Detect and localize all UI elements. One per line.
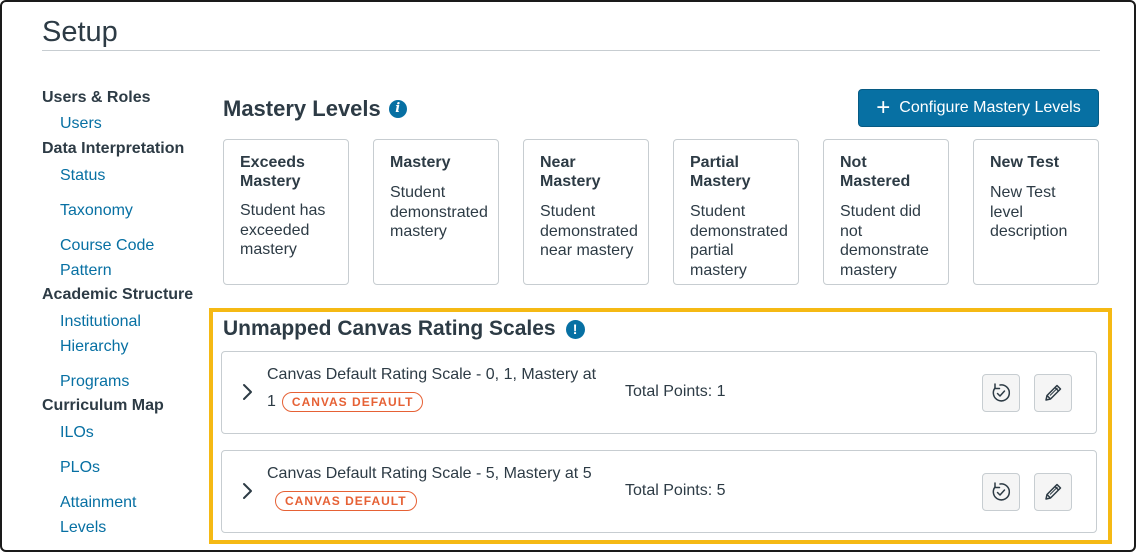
- sidebar-link-institutional-hierarchy[interactable]: Institutional Hierarchy: [42, 309, 172, 359]
- mastery-levels-title: Mastery Levels i: [223, 96, 407, 122]
- chevron-right-icon[interactable]: [238, 481, 256, 501]
- pencil-icon: [1045, 483, 1062, 500]
- mastery-card-description: Student demonstrated partial mastery: [690, 203, 788, 279]
- rating-scale-name-block: Canvas Default Rating Scale - 5, Mastery…: [267, 460, 617, 514]
- mastery-card-description: Student demonstrated mastery: [390, 184, 488, 240]
- sidebar-nav: Users & Roles Users Data Interpretation …: [42, 88, 212, 540]
- mastery-card-description: Student demonstrated near mastery: [540, 203, 638, 259]
- mastery-card: Partial Mastery Student demonstrated par…: [673, 139, 799, 285]
- refresh-check-icon: [992, 482, 1011, 501]
- reset-scale-button[interactable]: [982, 473, 1020, 511]
- mastery-card: Not Mastered Student did not demonstrate…: [823, 139, 949, 285]
- sidebar-heading-users-roles: Users & Roles: [42, 89, 151, 106]
- canvas-default-badge: CANVAS DEFAULT: [281, 391, 424, 412]
- mastery-card: Near Mastery Student demonstrated near m…: [523, 139, 649, 285]
- rating-scale-name-block: Canvas Default Rating Scale - 0, 1, Mast…: [267, 361, 597, 415]
- sidebar-link-status[interactable]: Status: [42, 163, 212, 188]
- sidebar-heading-curriculum-map: Curriculum Map: [42, 397, 164, 414]
- rating-scale-row[interactable]: Canvas Default Rating Scale - 5, Mastery…: [221, 450, 1097, 533]
- mastery-levels-title-text: Mastery Levels: [223, 96, 381, 121]
- configure-mastery-levels-label: Configure Mastery Levels: [899, 99, 1081, 116]
- unmapped-scales-title-text: Unmapped Canvas Rating Scales: [223, 317, 556, 340]
- page-title: Setup: [42, 16, 118, 48]
- plus-icon: +: [876, 94, 891, 121]
- refresh-check-icon: [992, 383, 1011, 402]
- unmapped-scales-title: Unmapped Canvas Rating Scales !: [223, 317, 585, 341]
- mastery-card: Mastery Student demonstrated mastery: [373, 139, 499, 285]
- total-points: Total Points: 1: [625, 383, 726, 400]
- mastery-card-description: New Test level description: [990, 184, 1068, 240]
- mastery-card-title: Mastery: [390, 154, 451, 171]
- sidebar-link-plos[interactable]: PLOs: [42, 455, 212, 480]
- mastery-level-cards: Exceeds Mastery Student has exceeded mas…: [223, 139, 1099, 285]
- mastery-card-title: Not Mastered: [840, 154, 911, 190]
- mastery-card-description: Student has exceeded mastery: [240, 202, 326, 258]
- sidebar-link-programs[interactable]: Programs: [42, 369, 212, 394]
- mastery-card-title: Exceeds Mastery: [240, 154, 305, 190]
- reset-scale-button[interactable]: [982, 374, 1020, 412]
- mastery-card: New Test New Test level description: [973, 139, 1099, 285]
- mastery-card-title: Partial Mastery: [690, 154, 751, 190]
- sidebar-link-users[interactable]: Users: [42, 111, 212, 136]
- mastery-card-title: Near Mastery: [540, 154, 601, 190]
- pencil-icon: [1045, 384, 1062, 401]
- total-points: Total Points: 5: [625, 482, 726, 499]
- alert-icon[interactable]: !: [565, 319, 585, 339]
- sidebar-heading-data-interpretation: Data Interpretation: [42, 140, 185, 157]
- chevron-right-icon[interactable]: [238, 382, 256, 402]
- configure-mastery-levels-button[interactable]: + Configure Mastery Levels: [858, 89, 1099, 127]
- mastery-card-title: New Test: [990, 154, 1060, 171]
- mastery-card-description: Student did not demonstrate mastery: [840, 203, 929, 279]
- info-icon[interactable]: i: [388, 100, 407, 118]
- sidebar-link-taxonomy[interactable]: Taxonomy: [42, 198, 212, 223]
- edit-scale-button[interactable]: [1034, 473, 1072, 511]
- sidebar-link-ilos[interactable]: ILOs: [42, 420, 212, 445]
- mastery-card: Exceeds Mastery Student has exceeded mas…: [223, 139, 349, 285]
- title-divider: [42, 50, 1100, 51]
- rating-scale-row[interactable]: Canvas Default Rating Scale - 0, 1, Mast…: [221, 351, 1097, 434]
- sidebar-heading-academic-structure: Academic Structure: [42, 286, 194, 303]
- rating-scale-name: Canvas Default Rating Scale - 5, Mastery…: [267, 465, 592, 482]
- setup-page: Setup Users & Roles Users Data Interpret…: [0, 0, 1136, 552]
- sidebar-link-attainment-levels[interactable]: Attainment Levels: [42, 490, 152, 540]
- sidebar-link-course-code-pattern[interactable]: Course Code Pattern: [42, 233, 172, 283]
- edit-scale-button[interactable]: [1034, 374, 1072, 412]
- canvas-default-badge: CANVAS DEFAULT: [275, 490, 417, 511]
